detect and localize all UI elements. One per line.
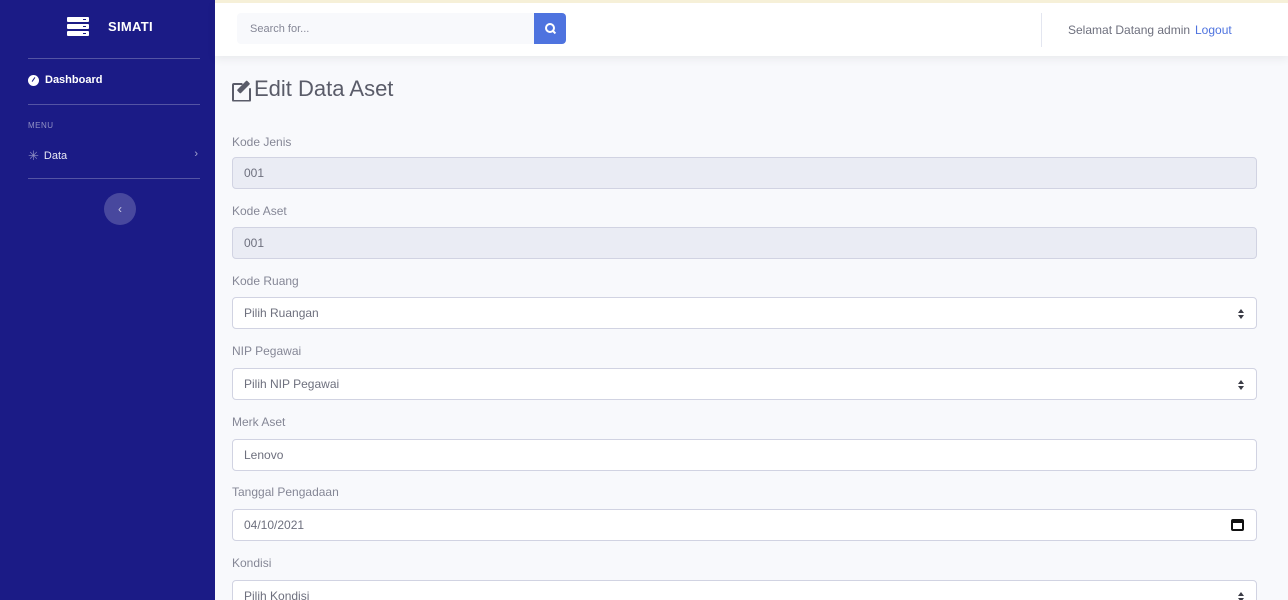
kode-aset-label: Kode Aset xyxy=(232,204,287,218)
kode-aset-field[interactable]: 001 xyxy=(232,227,1257,259)
sidebar-divider xyxy=(28,104,200,105)
tanggal-pengadaan-input[interactable]: 04/10/2021 xyxy=(232,509,1257,541)
kondisi-value: Pilih Kondisi xyxy=(244,589,310,600)
edit-icon xyxy=(232,80,251,99)
brand-name: SIMATI xyxy=(108,19,153,34)
search-icon xyxy=(544,23,556,34)
tachometer-icon xyxy=(28,74,39,86)
kode-aset-value: 001 xyxy=(244,236,265,250)
sidebar-divider xyxy=(28,178,200,179)
sidebar-item-data[interactable]: ✳ Data › xyxy=(28,148,200,164)
kondisi-select[interactable]: Pilih Kondisi xyxy=(232,580,1257,600)
kode-jenis-field[interactable]: 001 xyxy=(232,157,1257,189)
page-title: Edit Data Aset xyxy=(232,76,393,102)
search-input[interactable] xyxy=(237,13,537,44)
nip-pegawai-select[interactable]: Pilih NIP Pegawai xyxy=(232,368,1257,400)
nip-pegawai-label: NIP Pegawai xyxy=(232,344,302,358)
kode-jenis-label: Kode Jenis xyxy=(232,135,292,149)
merk-aset-label: Merk Aset xyxy=(232,415,286,429)
kode-ruang-select[interactable]: Pilih Ruangan xyxy=(232,297,1257,329)
calendar-icon[interactable] xyxy=(1231,519,1244,531)
merk-aset-value: Lenovo xyxy=(244,448,284,462)
tanggal-pengadaan-label: Tanggal Pengadaan xyxy=(232,485,339,499)
tanggal-pengadaan-value: 04/10/2021 xyxy=(244,518,305,532)
sidebar-heading: MENU xyxy=(28,121,54,130)
welcome-text: Selamat Datang admin xyxy=(1068,23,1191,37)
merk-aset-input[interactable]: Lenovo xyxy=(232,439,1257,471)
nip-pegawai-value: Pilih NIP Pegawai xyxy=(244,377,340,391)
chevron-left-icon: ‹ xyxy=(118,202,122,216)
select-caret-icon xyxy=(1238,380,1244,390)
select-caret-icon xyxy=(1238,592,1244,600)
sidebar: SIMATI Dashboard MENU ✳ Data › ‹ xyxy=(0,0,215,600)
logout-link[interactable]: Logout xyxy=(1195,23,1232,37)
sidebar-divider xyxy=(28,58,200,59)
asterisk-icon: ✳ xyxy=(28,148,39,163)
kondisi-label: Kondisi xyxy=(232,556,272,570)
search-button[interactable] xyxy=(534,13,566,44)
page-title-text: Edit Data Aset xyxy=(254,76,394,101)
kode-ruang-label: Kode Ruang xyxy=(232,274,299,288)
brand-link[interactable]: SIMATI xyxy=(0,0,215,55)
sidebar-toggle-button[interactable]: ‹ xyxy=(104,193,136,225)
select-caret-icon xyxy=(1238,309,1244,319)
kode-ruang-value: Pilih Ruangan xyxy=(244,306,319,320)
sidebar-item-dashboard[interactable]: Dashboard xyxy=(28,74,102,86)
topbar-divider xyxy=(1041,13,1042,47)
sidebar-item-label: Dashboard xyxy=(45,74,103,86)
kode-jenis-value: 001 xyxy=(244,166,265,180)
sidebar-item-label: Data xyxy=(43,150,68,162)
topbar: Selamat Datang admin Logout xyxy=(215,0,1288,56)
chevron-right-icon: › xyxy=(194,148,198,160)
server-icon xyxy=(67,17,89,37)
